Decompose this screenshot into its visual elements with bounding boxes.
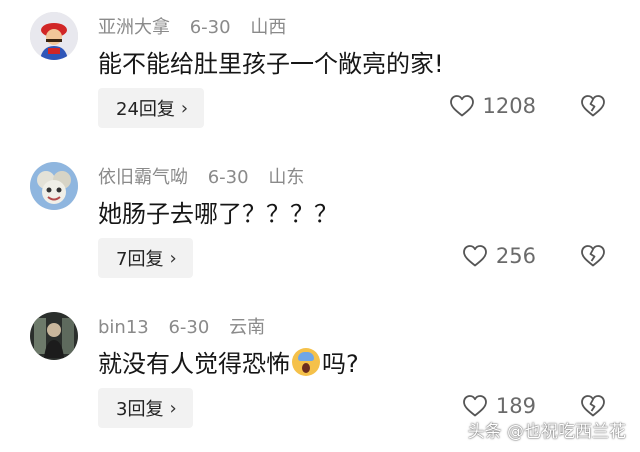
comment-item: 依旧霸气呦 6-30 山东 她肠子去哪了？？？？ 7回复 › 256 <box>0 150 640 300</box>
avatar[interactable] <box>30 12 78 60</box>
like-button[interactable]: 189 <box>462 394 536 418</box>
username[interactable]: 依旧霸气呦 <box>98 167 188 188</box>
comment-location: 山东 <box>268 167 305 188</box>
comment-location: 山西 <box>250 17 287 38</box>
cartoon-avatar-icon <box>30 162 78 210</box>
heart-icon <box>463 245 487 267</box>
comment-meta: 依旧霸气呦 6-30 山东 <box>98 163 318 189</box>
dislike-button[interactable] <box>580 244 606 268</box>
like-button[interactable]: 1208 <box>449 94 536 118</box>
reply-label: 24回复 <box>116 99 175 120</box>
reply-button[interactable]: 24回复 › <box>98 88 205 128</box>
avatar[interactable] <box>30 162 78 210</box>
chevron-right-icon: › <box>180 97 189 119</box>
broken-heart-icon <box>581 95 605 117</box>
like-count: 189 <box>495 394 536 418</box>
like-button[interactable]: 256 <box>462 244 536 268</box>
avatar[interactable] <box>30 312 78 360</box>
reply-button[interactable]: 3回复 › <box>98 388 193 428</box>
like-count: 256 <box>495 244 536 268</box>
watermark: 头条 @也祝吃西兰花 <box>467 422 626 442</box>
chevron-right-icon: › <box>169 397 177 419</box>
comment-text-part: 吗? <box>322 350 359 378</box>
broken-heart-icon <box>581 395 605 417</box>
chevron-right-icon: › <box>169 247 177 269</box>
dislike-button[interactable] <box>580 394 606 418</box>
comment-date: 6-30 <box>207 167 249 188</box>
comment-date: 6-30 <box>168 317 210 338</box>
comment-date: 6-30 <box>189 17 231 38</box>
scream-emoji-icon <box>292 348 320 376</box>
reply-label: 3回复 <box>116 399 164 420</box>
like-count: 1208 <box>482 94 536 118</box>
heart-icon <box>449 95 474 117</box>
dark-photo-avatar-icon <box>30 312 78 360</box>
mario-avatar-icon <box>30 12 78 60</box>
comment-text: 就没有人觉得恐怖 吗? <box>98 344 359 379</box>
reply-button[interactable]: 7回复 › <box>98 238 193 278</box>
comment-item: 亚洲大拿 6-30 山西 能不能给肚里孩子一个敞亮的家! 24回复 › 1208 <box>0 0 640 150</box>
username[interactable]: 亚洲大拿 <box>98 17 170 38</box>
broken-heart-icon <box>581 245 605 267</box>
comment-text: 能不能给肚里孩子一个敞亮的家! <box>98 50 444 78</box>
comment-meta: 亚洲大拿 6-30 山西 <box>98 13 300 39</box>
comment-location: 云南 <box>229 317 266 338</box>
comment-meta: bin13 6-30 云南 <box>98 313 279 339</box>
reply-label: 7回复 <box>116 249 164 270</box>
comment-text-part: 就没有人觉得恐怖 <box>98 350 290 378</box>
heart-icon <box>463 395 487 417</box>
dislike-button[interactable] <box>580 94 606 118</box>
username[interactable]: bin13 <box>98 317 149 338</box>
comment-text: 她肠子去哪了？？？？ <box>98 200 338 228</box>
